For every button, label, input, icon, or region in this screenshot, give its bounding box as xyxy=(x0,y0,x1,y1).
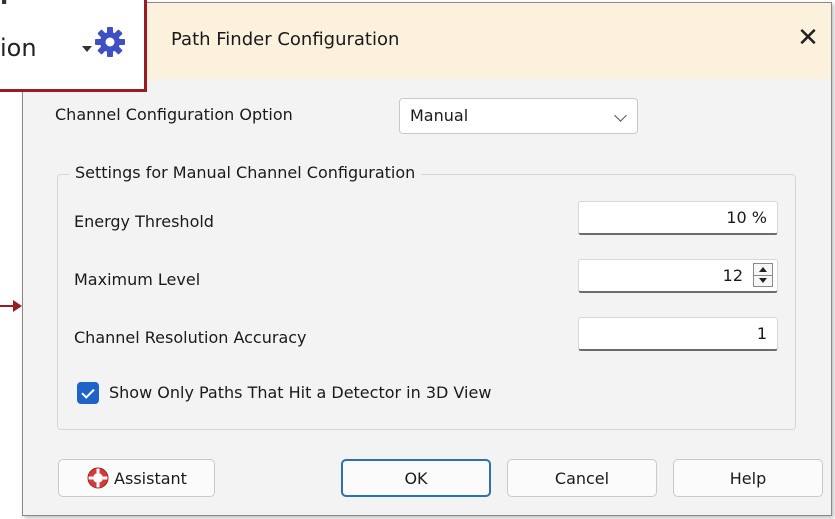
cancel-button[interactable]: Cancel xyxy=(507,459,657,497)
group-title: Settings for Manual Channel Configuratio… xyxy=(69,163,422,182)
spin-up-icon xyxy=(759,267,767,272)
show-only-paths-label[interactable]: Show Only Paths That Hit a Detector in 3… xyxy=(109,383,491,402)
channel-config-option-label: Channel Configuration Option xyxy=(55,105,293,124)
close-button[interactable]: ✕ xyxy=(791,23,825,53)
ok-button[interactable]: OK xyxy=(341,459,491,497)
assistant-button-label: Assistant xyxy=(114,468,187,488)
callout-text-top: l xyxy=(0,0,8,10)
chevron-down-icon xyxy=(614,109,627,122)
dropdown-caret-icon xyxy=(82,46,92,52)
select-value: Manual xyxy=(410,106,469,125)
maximum-level-label: Maximum Level xyxy=(74,270,201,289)
help-button-label: Help xyxy=(729,468,767,488)
callout-arrow-line xyxy=(0,305,14,307)
energy-threshold-label: Energy Threshold xyxy=(74,212,214,231)
energy-threshold-value: 10 % xyxy=(726,208,767,227)
channel-resolution-accuracy-label: Channel Resolution Accuracy xyxy=(74,328,307,347)
dialog-body: Channel Configuration Option Manual Sett… xyxy=(23,79,831,515)
lifebuoy-icon xyxy=(86,466,110,490)
gear-icon xyxy=(94,26,126,58)
callout-box: l ion xyxy=(0,0,147,92)
spin-down-icon xyxy=(759,278,767,283)
show-only-paths-checkbox[interactable] xyxy=(77,382,99,404)
channel-resolution-accuracy-input[interactable]: 1 xyxy=(578,317,778,351)
maximum-level-value: 12 xyxy=(722,266,743,285)
maximum-level-input[interactable]: 12 xyxy=(578,259,778,293)
maximum-level-spinner[interactable] xyxy=(753,263,773,287)
assistant-button[interactable]: Assistant xyxy=(58,459,215,497)
channel-resolution-accuracy-value: 1 xyxy=(756,324,767,343)
spin-down-button[interactable] xyxy=(754,275,772,286)
close-icon: ✕ xyxy=(797,23,819,53)
ok-button-label: OK xyxy=(404,468,428,488)
cancel-button-label: Cancel xyxy=(554,468,610,488)
checkmark-icon xyxy=(81,384,95,399)
callout-text: ion xyxy=(0,34,37,62)
energy-threshold-input[interactable]: 10 % xyxy=(578,201,778,235)
dialog-title: Path Finder Configuration xyxy=(171,29,400,50)
callout-arrow-head xyxy=(13,300,22,312)
help-button[interactable]: Help xyxy=(673,459,823,497)
channel-config-option-select[interactable]: Manual xyxy=(399,98,638,134)
